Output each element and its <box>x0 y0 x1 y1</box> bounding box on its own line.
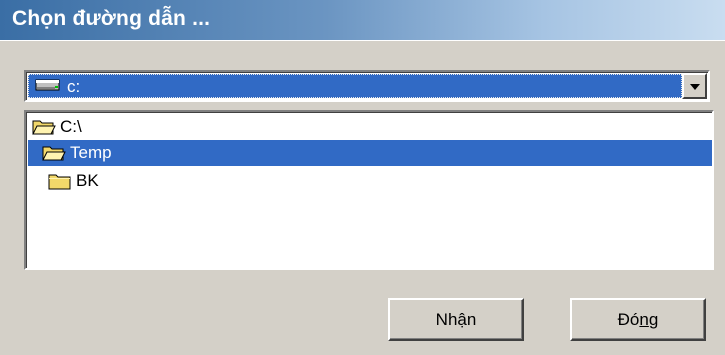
drive-select[interactable]: c: <box>24 70 710 102</box>
open-folder-icon <box>32 120 56 135</box>
tree-item-temp[interactable]: Temp <box>28 140 712 166</box>
tree-item-label: C:\ <box>60 117 82 136</box>
chevron-down-icon <box>690 84 700 90</box>
tree-item-label: BK <box>76 171 99 190</box>
close-button-label: Đóng <box>617 310 659 329</box>
drive-select-label: c: <box>67 77 81 96</box>
drive-icon <box>35 79 60 91</box>
tree-item-label: Temp <box>70 143 112 162</box>
drive-select-value-box[interactable]: c: <box>28 74 682 98</box>
open-folder-icon <box>42 146 66 161</box>
folder-icon <box>48 174 71 190</box>
tree-item-bk[interactable]: BK <box>28 168 712 194</box>
ok-button-label: Nhận <box>435 310 477 329</box>
dropdown-button[interactable] <box>682 73 707 99</box>
folder-tree[interactable]: C:\ Temp BK <box>24 110 714 270</box>
title-bar: Chọn đường dẫn ... <box>0 0 725 40</box>
tree-item-c-root[interactable]: C:\ <box>28 114 712 140</box>
ok-button[interactable]: Nhận <box>388 298 524 341</box>
window-title: Chọn đường dẫn ... <box>12 7 211 30</box>
close-button[interactable]: Đóng <box>570 298 706 341</box>
